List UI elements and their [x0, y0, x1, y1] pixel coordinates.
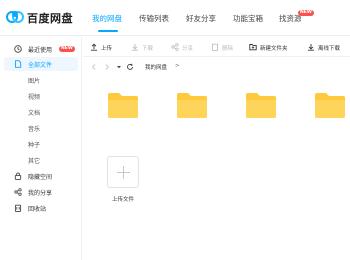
sidebar-item-recycle-bin[interactable]: 回收站: [4, 201, 78, 215]
sidebar-item-documents[interactable]: 文档: [4, 105, 78, 119]
breadcrumb-separator: >: [175, 63, 180, 69]
share-label: 分享: [182, 45, 194, 52]
trash-icon: [14, 204, 22, 212]
folder-item[interactable]: [245, 91, 277, 119]
share-icon: [171, 43, 179, 51]
active-tab-underline: [98, 30, 118, 32]
sidebar-item-my-shares[interactable]: 我的分享: [4, 185, 78, 199]
path-bar: 我的网盘 >: [83, 58, 350, 76]
upload-file-tile[interactable]: [107, 156, 139, 188]
sidebar-item-label: 音乐: [28, 126, 41, 133]
breadcrumb[interactable]: 我的网盘: [145, 63, 167, 71]
share-icon: [14, 188, 22, 196]
sidebar-item-label: 图片: [28, 78, 41, 85]
baidu-netdisk-logo-icon[interactable]: [6, 9, 24, 23]
tab-transfer-list[interactable]: 传输列表: [139, 13, 169, 24]
sidebar-item-label: 回收站: [28, 206, 47, 213]
file-toolbar: 上传 下载 分享 删除 新建文件夹 离线下载: [83, 37, 350, 57]
sidebar-item-label: 视频: [28, 94, 41, 101]
sidebar-item-label: 我的分享: [28, 190, 53, 197]
sidebar-item-hidden-space[interactable]: 隐藏空间: [4, 169, 78, 183]
trash-icon: [211, 43, 219, 51]
delete-label: 删除: [222, 45, 234, 52]
clock-icon: [14, 45, 22, 53]
download-icon: [132, 44, 138, 51]
file-grid: 上传文件: [83, 77, 350, 260]
top-header: 百度网盘 我的网盘 传输列表 好友分享 功能宝箱 找资源 NEW: [0, 0, 350, 36]
tab-toolbox[interactable]: 功能宝箱: [233, 13, 263, 24]
folder-item[interactable]: [314, 91, 346, 119]
caret-down-icon[interactable]: [115, 63, 123, 71]
plus-icon-vertical: [123, 166, 124, 179]
back-arrow-icon[interactable]: [90, 63, 98, 71]
sidebar-item-all-files[interactable]: 全部文件: [4, 57, 78, 71]
recent-new-badge: NEW: [59, 46, 75, 52]
sidebar: 最近使用 NEW 全部文件 图片 视频 文档 音乐 种子 其它 隐藏空间 我的分…: [0, 37, 82, 260]
lock-icon: [14, 172, 22, 180]
sidebar-item-music[interactable]: 音乐: [4, 121, 78, 135]
file-icon: [15, 60, 22, 68]
new-folder-label: 新建文件夹: [260, 45, 288, 52]
folder-item[interactable]: [107, 91, 139, 119]
folder-icon: [177, 93, 207, 118]
folder-item[interactable]: [176, 91, 208, 119]
download-label: 下载: [142, 45, 154, 52]
tab-my-netdisk[interactable]: 我的网盘: [92, 13, 122, 24]
offline-download-label: 离线下载: [318, 45, 341, 52]
folder-icon: [108, 93, 138, 118]
tab-friend-share[interactable]: 好友分享: [186, 13, 216, 24]
sidebar-item-label: 种子: [28, 142, 41, 149]
offline-download-icon: [308, 44, 314, 51]
sidebar-item-label: 全部文件: [28, 62, 53, 69]
sidebar-item-recent[interactable]: 最近使用 NEW: [4, 42, 78, 56]
refresh-icon[interactable]: [126, 63, 134, 71]
sidebar-item-torrents[interactable]: 种子: [4, 137, 78, 151]
brand-name: 百度网盘: [27, 12, 73, 25]
forward-arrow-icon[interactable]: [103, 63, 111, 71]
folder-icon: [246, 93, 276, 118]
folder-icon: [315, 93, 345, 118]
find-resources-new-badge: NEW: [298, 10, 314, 16]
new-folder-icon: [249, 44, 257, 51]
sidebar-item-label: 其它: [28, 158, 41, 165]
sidebar-item-label: 文档: [28, 110, 41, 117]
sidebar-item-videos[interactable]: 视频: [4, 89, 78, 103]
upload-icon: [91, 43, 97, 51]
upload-label: 上传: [101, 45, 113, 52]
sidebar-item-images[interactable]: 图片: [4, 73, 78, 87]
upload-file-label: 上传文件: [111, 197, 134, 203]
sidebar-item-label: 最近使用: [28, 47, 53, 54]
sidebar-item-label: 隐藏空间: [28, 174, 53, 181]
sidebar-item-others[interactable]: 其它: [4, 153, 78, 167]
